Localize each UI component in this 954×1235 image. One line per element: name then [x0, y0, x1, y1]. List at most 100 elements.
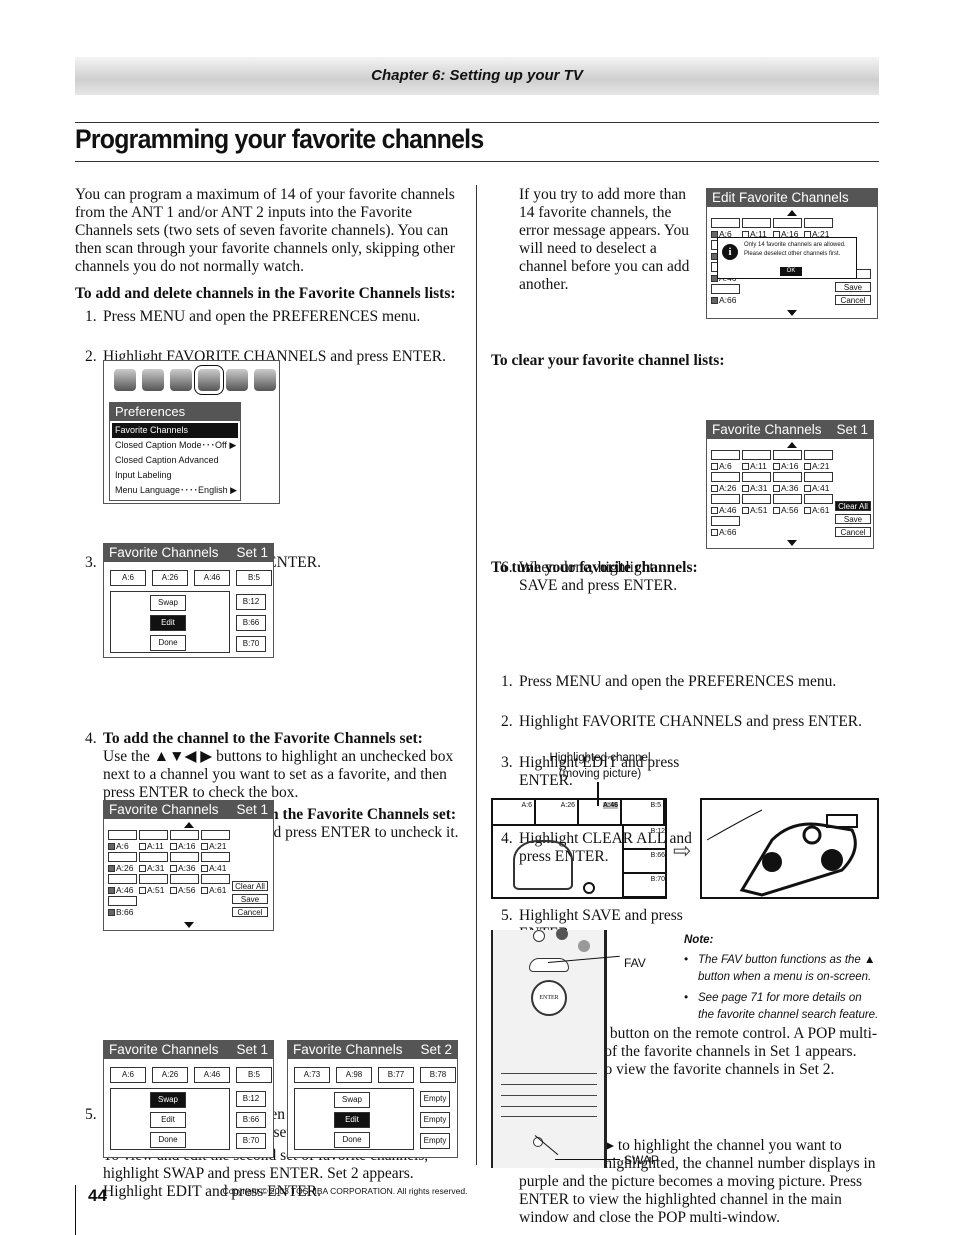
- channel-cell[interactable]: B:70: [236, 1133, 266, 1149]
- channel-cell[interactable]: B:78: [420, 1067, 456, 1083]
- channel-checkbox[interactable]: A:6: [108, 841, 129, 851]
- channel-label: A:56: [178, 885, 196, 895]
- preferences-menu: Preferences Favorite Channels Closed Capti…: [109, 402, 241, 501]
- channel-cell[interactable]: A:6: [110, 570, 146, 586]
- panel-title: Favorite Channels: [293, 1042, 403, 1057]
- channel-checkbox[interactable]: A:46: [108, 885, 134, 895]
- channel-label: A:31: [750, 483, 768, 493]
- panel-set: Set 1: [836, 422, 868, 437]
- menu-item[interactable]: Closed Caption Advanced: [112, 453, 238, 468]
- channel-cell[interactable]: B:12: [236, 1091, 266, 1107]
- ok-button[interactable]: OK: [780, 267, 802, 276]
- menu-item[interactable]: Menu Language････English ▶: [112, 483, 238, 498]
- channel-cell[interactable]: B:66: [236, 615, 266, 631]
- pop-channel-label: A:46: [602, 802, 618, 809]
- channel-preview-box: [773, 450, 802, 460]
- channel-cell[interactable]: A:73: [294, 1067, 330, 1083]
- channel-label: A:61: [209, 885, 227, 895]
- scroll-down-icon: [787, 310, 797, 316]
- channel-checkbox[interactable]: A:46: [711, 505, 737, 515]
- clear-all-button[interactable]: Clear All: [232, 881, 268, 891]
- edit-button[interactable]: Edit: [334, 1112, 370, 1128]
- menu-item[interactable]: Closed Caption Mode･･･Off ▶: [112, 438, 238, 453]
- channel-preview-box: [711, 494, 740, 504]
- channel-checkbox[interactable]: A:41: [201, 863, 227, 873]
- clear-all-button[interactable]: Clear All: [835, 501, 871, 511]
- info-icon: i: [722, 244, 738, 260]
- channel-label: A:31: [147, 863, 165, 873]
- copyright: Copyright © 2003 TOSHIBA CORPORATION. Al…: [222, 1186, 468, 1196]
- channel-checkbox[interactable]: A:11: [742, 461, 767, 471]
- channel-label: A:61: [812, 505, 830, 515]
- pop-channel-label: A:6: [521, 802, 532, 809]
- save-button[interactable]: Save: [835, 514, 871, 524]
- channel-checkbox[interactable]: B:66: [108, 907, 134, 917]
- pop-thumbnail: B:12: [622, 826, 667, 850]
- channel-cell[interactable]: A:98: [336, 1067, 372, 1083]
- swap-button[interactable]: Swap: [334, 1092, 370, 1108]
- channel-checkbox[interactable]: A:61: [804, 505, 830, 515]
- channel-cell[interactable]: B:5: [236, 570, 272, 586]
- edit-button[interactable]: Edit: [150, 1112, 186, 1128]
- menu-item[interactable]: Input Labeling: [112, 468, 238, 483]
- channel-checkbox[interactable]: A:51: [139, 885, 165, 895]
- channel-cell[interactable]: Empty: [420, 1112, 450, 1128]
- channel-checkbox[interactable]: A:36: [170, 863, 196, 873]
- panel-title: Preferences: [115, 404, 186, 419]
- channel-checkbox[interactable]: A:51: [742, 505, 768, 515]
- channel-checkbox[interactable]: A:66: [711, 527, 737, 537]
- channel-checkbox[interactable]: A:21: [804, 461, 830, 471]
- cancel-button[interactable]: Cancel: [835, 527, 871, 537]
- channel-checkbox[interactable]: A:31: [139, 863, 165, 873]
- save-button[interactable]: Save: [835, 282, 871, 292]
- menu-item[interactable]: Favorite Channels: [112, 423, 238, 438]
- channel-checkbox[interactable]: A:36: [773, 483, 799, 493]
- save-button[interactable]: Save: [232, 894, 268, 904]
- done-button[interactable]: Done: [150, 635, 186, 651]
- channel-cell[interactable]: B:66: [236, 1112, 266, 1128]
- channel-checkbox[interactable]: A:56: [170, 885, 196, 895]
- channel-checkbox[interactable]: A:41: [804, 483, 830, 493]
- channel-cell[interactable]: B:70: [236, 636, 266, 652]
- checkbox-icon: [108, 887, 115, 894]
- error-dialog: i Only 14 favorite channels are allowed. P…: [717, 237, 857, 279]
- edit-button[interactable]: Edit: [150, 615, 186, 631]
- channel-checkbox[interactable]: A:61: [201, 885, 227, 895]
- page-title: Programming your favorite channels: [75, 124, 484, 154]
- swap-button[interactable]: Swap: [150, 1092, 186, 1108]
- checkbox-icon: [711, 507, 718, 514]
- channel-checkbox[interactable]: A:16: [170, 841, 196, 851]
- channel-checkbox[interactable]: A:26: [108, 863, 134, 873]
- favorite-channels-edit-screen: Favorite Channels Set 1 A:6 A:11 A:16 A:21 A:2…: [103, 800, 274, 931]
- channel-cell[interactable]: B:5: [236, 1067, 272, 1083]
- channel-preview-box: [804, 494, 833, 504]
- cancel-button[interactable]: Cancel: [835, 295, 871, 305]
- channel-cell[interactable]: B:12: [236, 594, 266, 610]
- channel-cell[interactable]: A:6: [110, 1067, 146, 1083]
- clear-heading: To clear your favorite channel lists:: [491, 352, 725, 369]
- channel-cell[interactable]: A:26: [152, 570, 188, 586]
- channel-checkbox[interactable]: A:26: [711, 483, 737, 493]
- channel-cell[interactable]: B:77: [378, 1067, 414, 1083]
- channel-cell[interactable]: Empty: [420, 1091, 450, 1107]
- swap-button[interactable]: Swap: [150, 595, 186, 611]
- channel-cell[interactable]: Empty: [420, 1133, 450, 1149]
- channel-checkbox[interactable]: A:21: [201, 841, 227, 851]
- channel-cell[interactable]: A:46: [194, 1067, 230, 1083]
- done-button[interactable]: Done: [150, 1132, 186, 1148]
- channel-checkbox[interactable]: A:16: [773, 461, 799, 471]
- channel-checkbox[interactable]: A:31: [742, 483, 768, 493]
- pop-channel-label: B:5: [650, 802, 661, 809]
- channel-checkbox[interactable]: A:56: [773, 505, 799, 515]
- scroll-up-icon: [184, 822, 194, 828]
- channel-preview-box: [711, 218, 740, 228]
- checkbox-icon: [742, 485, 749, 492]
- channel-checkbox[interactable]: A:6: [711, 461, 732, 471]
- channel-checkbox[interactable]: A:66: [711, 295, 737, 305]
- channel-cell[interactable]: A:46: [194, 570, 230, 586]
- done-button[interactable]: Done: [334, 1132, 370, 1148]
- channel-cell[interactable]: A:26: [152, 1067, 188, 1083]
- cancel-button[interactable]: Cancel: [232, 907, 268, 917]
- channel-checkbox[interactable]: A:11: [139, 841, 164, 851]
- channel-preview-box: [139, 874, 168, 884]
